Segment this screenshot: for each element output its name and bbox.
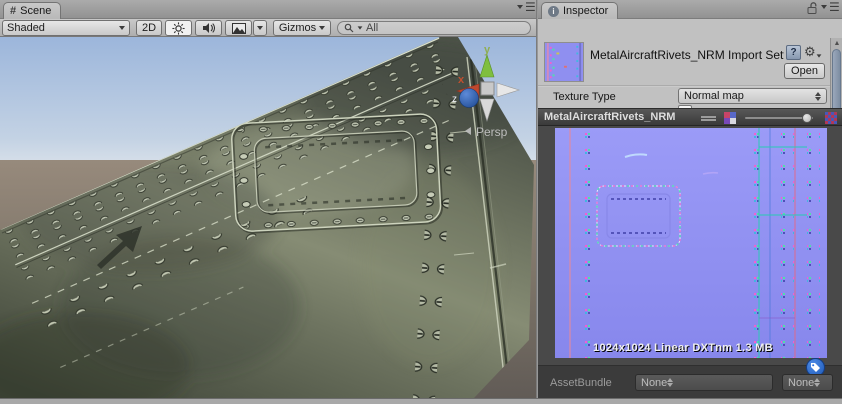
inspector-panel-menu[interactable]: ☰: [821, 0, 840, 14]
importer-header-section: MetalAircraftRivets_NRM Import Settings …: [538, 19, 842, 127]
assetbundle-variant-dropdown[interactable]: None: [782, 374, 833, 391]
info-icon: i: [548, 5, 559, 17]
inspector-lock[interactable]: [807, 2, 818, 14]
drag-handle-icon[interactable]: [701, 116, 716, 121]
gizmos-dropdown-label: Gizmos: [278, 22, 317, 34]
assetbundle-dropdown[interactable]: None: [635, 374, 773, 391]
speaker-icon: [203, 23, 215, 33]
tab-scene[interactable]: # Scene: [3, 2, 62, 19]
importer-title: MetalAircraftRivets_NRM Import Settings: [590, 48, 784, 62]
slider-knob[interactable]: [802, 113, 812, 123]
preview-header[interactable]: MetalAircraftRivets_NRM: [538, 108, 842, 126]
normal-map-preview: [555, 128, 827, 358]
texture-thumbnail[interactable]: [544, 42, 584, 82]
help-book-icon[interactable]: ?: [786, 45, 801, 60]
scene-tab-label: Scene: [20, 5, 52, 17]
texture-type-label: Texture Type: [553, 91, 616, 103]
2d-toggle-label: 2D: [141, 22, 157, 34]
scene-search-field[interactable]: All: [337, 21, 531, 35]
texture-type-value: Normal map: [684, 90, 744, 102]
texture-preview-area[interactable]: 1024x1024 Linear DXTnm 1.3 MB: [538, 126, 842, 365]
mipmap-checker-icon[interactable]: [825, 112, 837, 124]
chevron-down-icon: [357, 26, 363, 30]
texture-info-text: 1024x1024 Linear DXTnm 1.3 MB: [593, 342, 773, 354]
effects-button[interactable]: [225, 20, 252, 36]
axis-y-label: y: [484, 44, 491, 56]
updown-arrows-icon: [815, 91, 821, 101]
updown-arrows-icon: [814, 378, 821, 387]
gizmos-dropdown[interactable]: Gizmos: [273, 20, 331, 36]
chevron-down-icon: [257, 26, 263, 30]
inspector-tabbar: i Inspector ☰: [538, 0, 842, 19]
window-bottom-strip: [0, 398, 842, 404]
mip-slider[interactable]: [745, 113, 813, 123]
inspector-tab-label: Inspector: [563, 5, 609, 17]
lock-icon: [807, 2, 817, 14]
scene-viewport[interactable]: y x z Persp: [0, 37, 537, 398]
tag-icon: [811, 363, 820, 372]
open-button[interactable]: Open: [784, 63, 825, 79]
menu-icon: ☰: [829, 0, 840, 14]
scene-search-text: All: [366, 22, 379, 34]
axis-z-label: z: [452, 94, 457, 105]
preview-title: MetalAircraftRivets_NRM: [544, 111, 676, 123]
scene-panel: # Scene ☰ Shaded 2D Gizmos All y x z Per…: [0, 0, 538, 398]
lighting-toggle-button[interactable]: [165, 20, 192, 36]
menu-icon: ☰: [525, 0, 536, 14]
chevron-down-icon: [119, 26, 125, 30]
sun-icon: [172, 21, 185, 35]
scene-tabbar: # Scene ☰: [0, 0, 538, 19]
axis-x-label: x: [458, 74, 465, 86]
scroll-up-icon[interactable]: ▲: [831, 38, 842, 48]
chevron-down-icon: [816, 54, 822, 58]
assetbundle-value: None: [641, 376, 668, 389]
effects-dropdown[interactable]: [253, 20, 267, 36]
chevron-down-icon: [821, 5, 827, 9]
texture-type-dropdown[interactable]: Normal map: [678, 88, 827, 104]
scene-panel-menu[interactable]: ☰: [517, 0, 536, 14]
tab-inspector[interactable]: i Inspector: [541, 2, 619, 19]
gizmo-cube[interactable]: [480, 81, 495, 96]
scene-toolbar: Shaded 2D Gizmos All: [0, 19, 538, 37]
scrollbar-thumb[interactable]: [832, 49, 841, 113]
assetbundle-section: AssetBundle None None: [538, 358, 842, 398]
header-divider: [538, 85, 831, 87]
audio-toggle-button[interactable]: [195, 20, 222, 36]
shaded-dropdown[interactable]: Shaded: [2, 20, 130, 36]
assetbundle-label: AssetBundle: [550, 377, 612, 389]
unity-editor-window: # Scene ☰ Shaded 2D Gizmos All y x z Per…: [0, 0, 842, 404]
chevron-down-icon: [517, 5, 523, 9]
rgb-channels-icon[interactable]: [724, 112, 736, 124]
shaded-dropdown-label: Shaded: [7, 22, 45, 34]
chevron-down-icon: [319, 26, 326, 30]
assetbundle-variant-value: None: [788, 376, 815, 389]
updown-arrows-icon: [667, 378, 674, 387]
projection-label[interactable]: Persp: [476, 125, 508, 139]
grid-icon: #: [10, 5, 17, 17]
image-icon: [231, 22, 246, 34]
inspector-panel: i Inspector ☰ MetalAircraftRivets_NRM Im…: [538, 0, 842, 398]
2d-toggle-button[interactable]: 2D: [136, 20, 162, 36]
magnifier-icon: [344, 23, 354, 33]
gear-icon[interactable]: ⚙: [804, 44, 822, 60]
z-axis-ball[interactable]: [459, 88, 479, 108]
